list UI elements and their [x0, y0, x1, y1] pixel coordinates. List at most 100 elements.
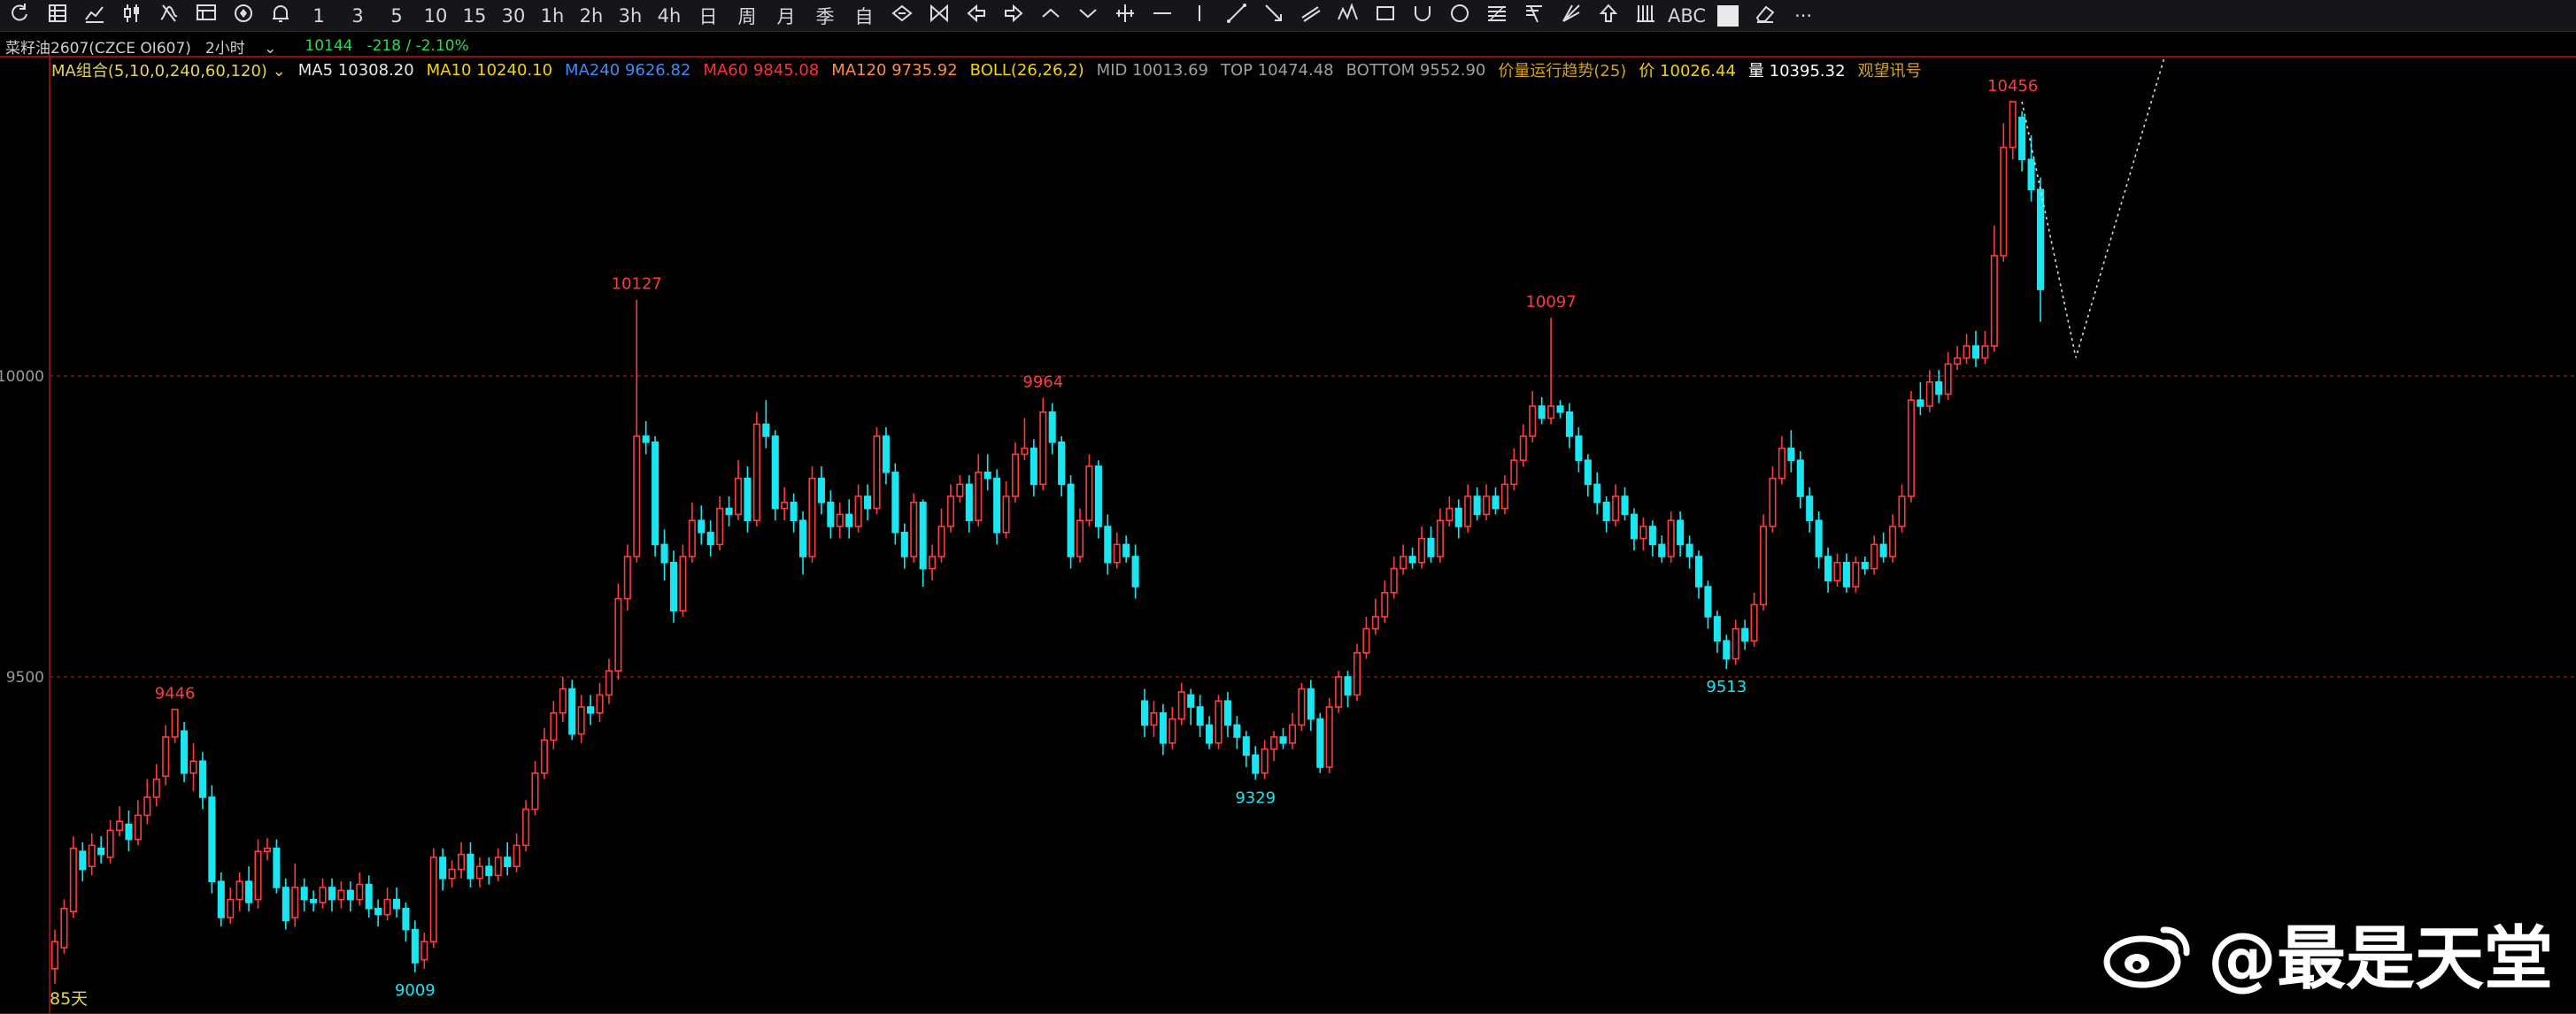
low-marker-label: 9329: [1235, 788, 1276, 807]
period-3-button[interactable]: 3: [338, 2, 377, 30]
more-button[interactable]: ···: [1784, 2, 1823, 30]
period-season-button[interactable]: 季: [806, 2, 845, 30]
table-button[interactable]: [39, 2, 76, 30]
candle-down: [504, 857, 512, 867]
toolbar: 1 3 5 10 15 30 1h 2h 3h 4h 日周月季自 ABC ···: [0, 0, 2576, 32]
arrow-right-button[interactable]: [995, 2, 1032, 30]
parallel-icon: [1300, 2, 1323, 29]
candle-up: [162, 736, 170, 778]
ray-icon: [1262, 2, 1285, 29]
candle-down: [1685, 543, 1693, 557]
wave-icon: [1337, 2, 1360, 29]
segment-button[interactable]: [1218, 2, 1255, 30]
candle-down: [1824, 556, 1832, 582]
period-4h-button[interactable]: 4h: [650, 2, 689, 30]
bars-button[interactable]: [1627, 2, 1664, 30]
candle-up: [143, 796, 151, 817]
zoom-out-button[interactable]: [921, 2, 958, 30]
candle-down: [1593, 483, 1601, 503]
rect-button[interactable]: [1367, 2, 1404, 30]
wave-button[interactable]: [1330, 2, 1367, 30]
line-chart-button[interactable]: [76, 2, 113, 30]
period-3h-button[interactable]: 3h: [611, 2, 650, 30]
candle-up: [420, 941, 428, 961]
hline-button[interactable]: [1144, 2, 1181, 30]
candle-down: [1704, 586, 1712, 618]
candle-up: [1446, 507, 1454, 521]
candle-up: [1731, 627, 1739, 660]
candle-down: [217, 880, 225, 918]
period-selector[interactable]: 2小时 ⌄: [205, 35, 290, 58]
period-custom-button[interactable]: 自: [845, 2, 883, 30]
chart-area[interactable]: 10000 9500 9446 9009 10127 9964 9329 10097 9513 1…: [0, 55, 2576, 1014]
candle-down: [392, 898, 401, 910]
period-1h-button[interactable]: 1h: [533, 2, 572, 30]
candle-up: [1944, 363, 1952, 396]
period-5-label: 5: [390, 4, 403, 27]
flag-button[interactable]: [1516, 2, 1553, 30]
chevron-up-button[interactable]: [1032, 2, 1069, 30]
candle-down: [1104, 526, 1112, 564]
candle-down: [669, 561, 678, 611]
period-month-button[interactable]: 月: [767, 2, 806, 30]
color-swatch-button[interactable]: [1709, 2, 1747, 30]
candle-down: [1971, 345, 1980, 359]
candle-up: [1639, 526, 1647, 540]
text-tool-button[interactable]: ABC: [1664, 2, 1709, 30]
candle-up: [1085, 465, 1093, 522]
candle-up: [1778, 447, 1785, 480]
candle-down: [900, 531, 908, 557]
candle-down: [652, 441, 659, 546]
trend-indicator-label[interactable]: 价量运行趋势(25): [1498, 58, 1626, 81]
candle-down: [1473, 495, 1481, 516]
candle-down: [1141, 700, 1149, 726]
crosshair-button[interactable]: [1107, 2, 1144, 30]
candle-up: [1529, 405, 1537, 437]
period-30-button[interactable]: 30: [494, 2, 533, 30]
period-1-button[interactable]: 1: [299, 2, 338, 30]
high-marker-label: 9446: [155, 685, 196, 703]
candle-up: [1500, 483, 1508, 510]
candle-down: [762, 423, 770, 437]
period-2h-button[interactable]: 2h: [572, 2, 611, 30]
ma-group-label[interactable]: MA组合(5,10,0,240,60,120) ⌄: [51, 58, 286, 81]
up-arrow-mark-button[interactable]: [1590, 2, 1627, 30]
candle-up: [531, 772, 539, 810]
panel-button[interactable]: [188, 2, 225, 30]
boll-label[interactable]: BOLL(26,26,2): [970, 61, 1084, 80]
fib-button[interactable]: [1478, 2, 1516, 30]
period-15-button[interactable]: 15: [455, 2, 494, 30]
trend-price-value: 价 10026.44: [1639, 62, 1736, 81]
candle-up: [1833, 561, 1841, 581]
period-week-button[interactable]: 周: [728, 2, 767, 30]
ray-button[interactable]: [1255, 2, 1292, 30]
period-day-button[interactable]: 日: [689, 2, 728, 30]
candle-down: [1233, 724, 1241, 738]
candle-up: [752, 423, 760, 521]
candle-up: [734, 477, 743, 516]
candle-button[interactable]: [113, 2, 150, 30]
zoom-in-button[interactable]: [883, 2, 921, 30]
bell-button[interactable]: [262, 2, 299, 30]
candle-up: [1667, 519, 1675, 557]
gann-button[interactable]: [1553, 2, 1590, 30]
refresh-button[interactable]: [2, 2, 39, 30]
chevron-down-button[interactable]: [1069, 2, 1107, 30]
sync-button[interactable]: [225, 2, 262, 30]
chevron-down-icon: ⌄: [272, 62, 286, 81]
eraser-button[interactable]: [1747, 2, 1784, 30]
candle-up: [1381, 591, 1389, 618]
candle-down: [79, 850, 87, 871]
circle-button[interactable]: [1441, 2, 1478, 30]
indicator-button[interactable]: [150, 2, 188, 30]
arrow-left-button[interactable]: [958, 2, 995, 30]
table-icon: [46, 2, 69, 29]
parallel-button[interactable]: [1292, 2, 1330, 30]
symbol-label[interactable]: 菜籽油2607(CZCE OI607): [5, 35, 191, 58]
candlestick-chart[interactable]: 10000 9500 9446 9009 10127 9964 9329 10097 9513 1…: [0, 55, 2576, 1014]
period-15-label: 15: [462, 4, 487, 27]
vline-button[interactable]: [1181, 2, 1218, 30]
period-5-button[interactable]: 5: [377, 2, 416, 30]
period-10-button[interactable]: 10: [416, 2, 455, 30]
arc-button[interactable]: [1404, 2, 1441, 30]
